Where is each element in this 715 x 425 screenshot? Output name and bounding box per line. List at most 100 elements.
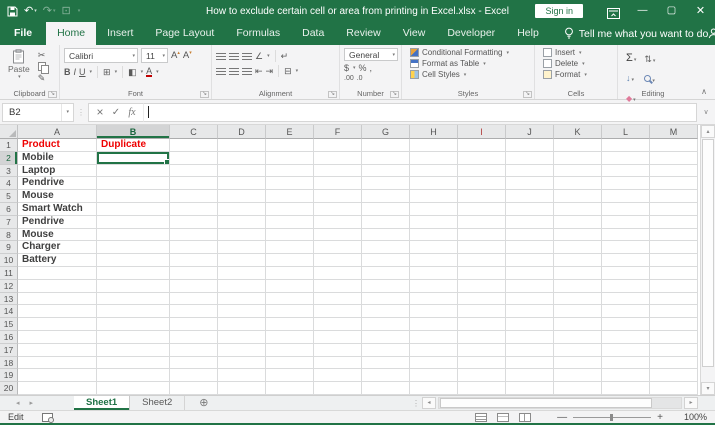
row-header-2[interactable]: 2 xyxy=(0,151,18,165)
cell-K1[interactable] xyxy=(554,139,602,152)
tab-view[interactable]: View xyxy=(392,22,437,45)
cell-M2[interactable] xyxy=(650,151,698,165)
cell-E1[interactable] xyxy=(266,139,314,152)
row-header-14[interactable]: 14 xyxy=(0,305,18,319)
cell-C3[interactable] xyxy=(170,164,218,178)
column-header-M[interactable]: M xyxy=(650,125,698,139)
row-header-9[interactable]: 9 xyxy=(0,241,18,255)
cell-J19[interactable] xyxy=(506,369,554,383)
cell-I4[interactable] xyxy=(458,177,506,191)
cell-M4[interactable] xyxy=(650,177,698,191)
cell-A5[interactable]: Mouse xyxy=(18,190,97,203)
cell-D10[interactable] xyxy=(218,254,266,267)
cell-I10[interactable] xyxy=(458,254,506,267)
cell-D19[interactable] xyxy=(218,369,266,383)
cell-L13[interactable] xyxy=(602,292,650,306)
cell-D18[interactable] xyxy=(218,356,266,370)
cell-K9[interactable] xyxy=(554,241,602,255)
cell-J8[interactable] xyxy=(506,228,554,242)
scroll-left-icon[interactable]: ◂ xyxy=(422,397,436,409)
cell-G9[interactable] xyxy=(362,241,410,255)
row-header-10[interactable]: 10 xyxy=(0,254,18,267)
cell-D3[interactable] xyxy=(218,164,266,178)
name-box[interactable]: B2 ▾ xyxy=(2,102,74,122)
cell-F14[interactable] xyxy=(314,305,362,319)
comma-format-icon[interactable]: , xyxy=(370,63,373,73)
zoom-level[interactable]: 100% xyxy=(677,412,707,422)
cell-M1[interactable] xyxy=(650,139,698,152)
cell-C18[interactable] xyxy=(170,356,218,370)
cell-D2[interactable] xyxy=(218,151,266,165)
conditional-formatting-button[interactable]: Conditional Formatting ▾ xyxy=(410,48,532,57)
cell-M16[interactable] xyxy=(650,330,698,344)
cell-A12[interactable] xyxy=(18,279,97,293)
cell-G14[interactable] xyxy=(362,305,410,319)
cell-B18[interactable] xyxy=(97,356,170,370)
cell-H17[interactable] xyxy=(410,343,458,357)
cell-A14[interactable] xyxy=(18,305,97,319)
cell-B4[interactable] xyxy=(97,177,170,191)
top-align-icon[interactable] xyxy=(216,52,226,60)
cell-D14[interactable] xyxy=(218,305,266,319)
cell-C16[interactable] xyxy=(170,330,218,344)
cell-H4[interactable] xyxy=(410,177,458,191)
cell-D11[interactable] xyxy=(218,266,266,280)
row-header-7[interactable]: 7 xyxy=(0,215,18,229)
column-header-C[interactable]: C xyxy=(170,125,218,139)
cell-K3[interactable] xyxy=(554,164,602,178)
row-header-20[interactable]: 20 xyxy=(0,382,18,395)
cell-F7[interactable] xyxy=(314,215,362,229)
zoom-slider[interactable] xyxy=(573,413,652,421)
cell-F5[interactable] xyxy=(314,190,362,203)
cell-I16[interactable] xyxy=(458,330,506,344)
cell-J2[interactable] xyxy=(506,151,554,165)
cell-A17[interactable] xyxy=(18,343,97,357)
column-header-H[interactable]: H xyxy=(410,125,458,139)
cell-M19[interactable] xyxy=(650,369,698,383)
cell-B20[interactable] xyxy=(97,382,170,395)
cancel-icon[interactable]: × xyxy=(93,105,107,119)
cell-E17[interactable] xyxy=(266,343,314,357)
tell-me-box[interactable]: Tell me what you want to do xyxy=(564,22,708,45)
cell-J9[interactable] xyxy=(506,241,554,255)
cell-K6[interactable] xyxy=(554,202,602,216)
increase-decimal-icon[interactable]: .00 xyxy=(344,74,354,84)
percent-format-icon[interactable]: % xyxy=(359,63,367,73)
sign-in-button[interactable]: Sign in xyxy=(535,4,583,18)
cell-G12[interactable] xyxy=(362,279,410,293)
cell-M17[interactable] xyxy=(650,343,698,357)
cell-G18[interactable] xyxy=(362,356,410,370)
cell-B6[interactable] xyxy=(97,202,170,216)
minimize-button[interactable]: — xyxy=(628,0,657,22)
styles-dialog-launcher-icon[interactable]: ↘ xyxy=(522,91,532,98)
qat-more-icon[interactable]: ▾ xyxy=(77,0,81,22)
sheet-tab-sheet1[interactable]: Sheet1 xyxy=(74,396,131,410)
column-header-I[interactable]: I xyxy=(458,125,506,139)
cell-E12[interactable] xyxy=(266,279,314,293)
cell-styles-button[interactable]: Cell Styles ▾ xyxy=(410,70,532,79)
cell-B8[interactable] xyxy=(97,228,170,242)
cell-K18[interactable] xyxy=(554,356,602,370)
cell-G13[interactable] xyxy=(362,292,410,306)
italic-button[interactable]: I xyxy=(74,67,77,77)
cell-M9[interactable] xyxy=(650,241,698,255)
cell-M15[interactable] xyxy=(650,318,698,331)
row-header-17[interactable]: 17 xyxy=(0,343,18,357)
cell-F15[interactable] xyxy=(314,318,362,331)
cell-L7[interactable] xyxy=(602,215,650,229)
bold-button[interactable]: B xyxy=(64,67,71,77)
cell-C9[interactable] xyxy=(170,241,218,255)
cell-I7[interactable] xyxy=(458,215,506,229)
cell-L20[interactable] xyxy=(602,382,650,395)
cell-C15[interactable] xyxy=(170,318,218,331)
align-right-icon[interactable] xyxy=(242,67,252,75)
borders-icon[interactable]: ⊞ xyxy=(103,67,111,77)
shrink-font-button[interactable]: A▾ xyxy=(183,50,192,61)
cell-M8[interactable] xyxy=(650,228,698,242)
cell-B9[interactable] xyxy=(97,241,170,255)
cell-J4[interactable] xyxy=(506,177,554,191)
tab-help[interactable]: Help xyxy=(506,22,550,45)
cell-I5[interactable] xyxy=(458,190,506,203)
cell-H7[interactable] xyxy=(410,215,458,229)
cell-F1[interactable] xyxy=(314,139,362,152)
